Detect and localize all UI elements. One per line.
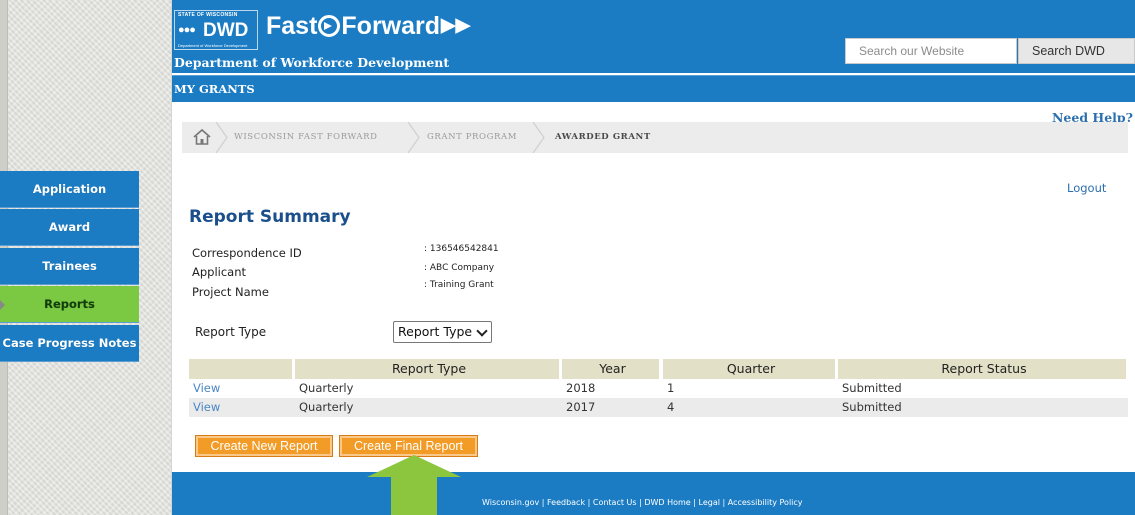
table-cell-status: Submitted <box>842 400 902 414</box>
breadcrumb: WISCONSIN FAST FORWARD GRANT PROGRAM AWA… <box>182 122 1128 153</box>
logo-forward-text: Forward <box>341 12 441 40</box>
logout-link[interactable]: Logout <box>1067 181 1106 195</box>
active-indicator-icon <box>0 300 5 310</box>
create-final-report-button[interactable]: Create Final Report <box>339 435 478 457</box>
breadcrumb-item-awarded-grant: AWARDED GRANT <box>555 132 651 142</box>
table-row: View Quarterly 2017 4 Submitted <box>189 398 1128 417</box>
table-cell-year: 2018 <box>566 381 596 395</box>
table-header-report-status: Report Status <box>838 359 1128 379</box>
table-cell-quarter: 1 <box>667 381 675 395</box>
department-title: Department of Workforce Development <box>174 55 450 70</box>
table-cell-quarter: 4 <box>667 400 675 414</box>
table-header-action <box>189 359 294 379</box>
table-row: View Quarterly 2018 1 Submitted <box>189 379 1128 398</box>
applicant-value: : ABC Company <box>424 263 495 273</box>
chevron-down-icon <box>476 325 488 337</box>
table-header-report-type: Report Type <box>295 359 561 379</box>
logo-sub-text: Department of Workforce Development <box>178 43 248 48</box>
breadcrumb-separator-icon <box>532 122 545 153</box>
project-name-label: Project Name <box>192 285 269 299</box>
search-input[interactable]: Search our Website <box>845 38 1017 64</box>
table-cell-status: Submitted <box>842 381 902 395</box>
report-type-selected-value: Report Type <box>398 324 473 339</box>
correspondence-id-value: : 136546542841 <box>424 244 499 254</box>
logo-dwd-text: DWD <box>203 20 249 41</box>
applicant-label: Applicant <box>192 265 247 279</box>
section-title: MY GRANTS <box>174 82 255 96</box>
reports-table: Report Type Year Quarter Report Status V… <box>189 359 1128 417</box>
fast-forward-arrows-icon: ▶▶ <box>441 15 471 36</box>
sidebar-item-reports[interactable]: Reports <box>0 286 139 323</box>
create-new-report-button[interactable]: Create New Report <box>195 435 333 457</box>
site-footer: Wisconsin.gov | Feedback | Contact Us | … <box>172 472 1135 515</box>
sidebar-item-trainees[interactable]: Trainees <box>0 248 139 285</box>
sidebar-item-application[interactable]: Application <box>0 171 139 208</box>
table-cell-report-type: Quarterly <box>299 381 354 395</box>
correspondence-id-label: Correspondence ID <box>192 246 302 260</box>
view-link[interactable]: View <box>189 379 294 398</box>
table-header-quarter: Quarter <box>663 359 837 379</box>
footer-links[interactable]: Wisconsin.gov | Feedback | Contact Us | … <box>482 498 803 507</box>
sidebar-item-case-progress-notes[interactable]: Case Progress Notes <box>0 325 139 362</box>
dwd-logo[interactable]: STATE OF WISCONSIN ●●● DWD Department of… <box>174 10 258 50</box>
logo-dots-icon: ●●● <box>178 24 196 36</box>
breadcrumb-item-grant-program[interactable]: GRANT PROGRAM <box>427 132 517 142</box>
page-title: Report Summary <box>189 207 351 227</box>
table-cell-year: 2017 <box>566 400 596 414</box>
logo-fast-text: Fast <box>266 12 318 40</box>
table-header-row: Report Type Year Quarter Report Status <box>189 359 1128 379</box>
view-link[interactable]: View <box>189 398 294 417</box>
site-header: STATE OF WISCONSIN ●●● DWD Department of… <box>172 0 1135 73</box>
sidebar-item-award[interactable]: Award <box>0 209 139 246</box>
breadcrumb-separator-icon <box>407 122 420 153</box>
breadcrumb-separator-icon <box>215 122 228 153</box>
table-header-year: Year <box>562 359 661 379</box>
play-circle-icon <box>318 15 341 37</box>
section-bar: MY GRANTS <box>172 75 1135 102</box>
logo-state-text: STATE OF WISCONSIN <box>178 12 238 18</box>
annotation-arrow-icon <box>367 455 461 515</box>
search-button[interactable]: Search DWD <box>1018 38 1135 64</box>
breadcrumb-item-fast-forward[interactable]: WISCONSIN FAST FORWARD <box>234 132 378 142</box>
table-cell-report-type: Quarterly <box>299 400 354 414</box>
fast-forward-logo[interactable]: Fast Forward ▶▶ <box>266 10 470 42</box>
project-name-value: : Training Grant <box>424 280 494 290</box>
report-type-select[interactable]: Report Type <box>393 321 492 343</box>
report-type-label: Report Type <box>195 325 267 339</box>
home-icon[interactable] <box>192 128 212 146</box>
